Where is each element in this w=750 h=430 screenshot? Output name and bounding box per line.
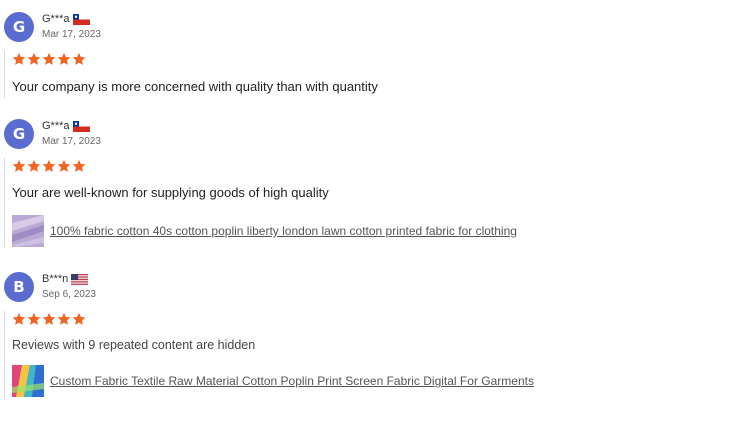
review-body: Your are well-known for supplying goods …: [4, 158, 517, 248]
reviewer-name-line: G***a: [42, 120, 90, 132]
review-date: Mar 17, 2023: [42, 136, 101, 147]
star-rating: [12, 158, 517, 174]
star-icon: [12, 312, 26, 326]
review-body: Your company is more concerned with qual…: [4, 51, 378, 99]
star-icon: [57, 159, 71, 173]
star-icon: [12, 52, 26, 66]
review-date: Mar 17, 2023: [42, 29, 101, 40]
star-rating: [12, 51, 378, 67]
avatar: G: [4, 12, 34, 42]
reviewer-name: G***a: [42, 120, 70, 132]
product-link[interactable]: Custom Fabric Textile Raw Material Cotto…: [50, 374, 534, 388]
avatar: B: [4, 272, 34, 302]
product-thumbnail[interactable]: [12, 365, 44, 397]
star-icon: [72, 159, 86, 173]
reviewer-name-line: G***a: [42, 13, 90, 25]
chile-flag-icon: [72, 120, 90, 132]
product-link[interactable]: 100% fabric cotton 40s cotton poplin lib…: [50, 224, 517, 238]
hidden-reviews-notice: Reviews with 9 repeated content are hidd…: [12, 338, 256, 352]
star-icon: [27, 52, 41, 66]
review-text: Your company is more concerned with qual…: [12, 79, 378, 94]
review-body: Reviews with 9 repeated content are hidd…: [4, 311, 534, 399]
star-icon: [27, 312, 41, 326]
usa-flag-icon: [71, 273, 89, 285]
reviewer-name: B***n: [42, 273, 69, 285]
chile-flag-icon: [72, 13, 90, 25]
product-link-row[interactable]: Custom Fabric Textile Raw Material Cotto…: [12, 365, 534, 397]
star-icon: [57, 52, 71, 66]
product-thumbnail[interactable]: [12, 215, 44, 247]
star-icon: [27, 159, 41, 173]
star-icon: [57, 312, 71, 326]
star-icon: [42, 159, 56, 173]
star-rating: [12, 311, 534, 327]
reviewer-name: G***a: [42, 13, 70, 25]
product-link-row[interactable]: 100% fabric cotton 40s cotton poplin lib…: [12, 215, 517, 247]
star-icon: [72, 312, 86, 326]
review-date: Sep 6, 2023: [42, 289, 96, 300]
star-icon: [72, 52, 86, 66]
avatar: G: [4, 119, 34, 149]
reviewer-name-line: B***n: [42, 273, 89, 285]
review-text: Your are well-known for supplying goods …: [12, 185, 329, 200]
star-icon: [42, 312, 56, 326]
star-icon: [12, 159, 26, 173]
star-icon: [42, 52, 56, 66]
